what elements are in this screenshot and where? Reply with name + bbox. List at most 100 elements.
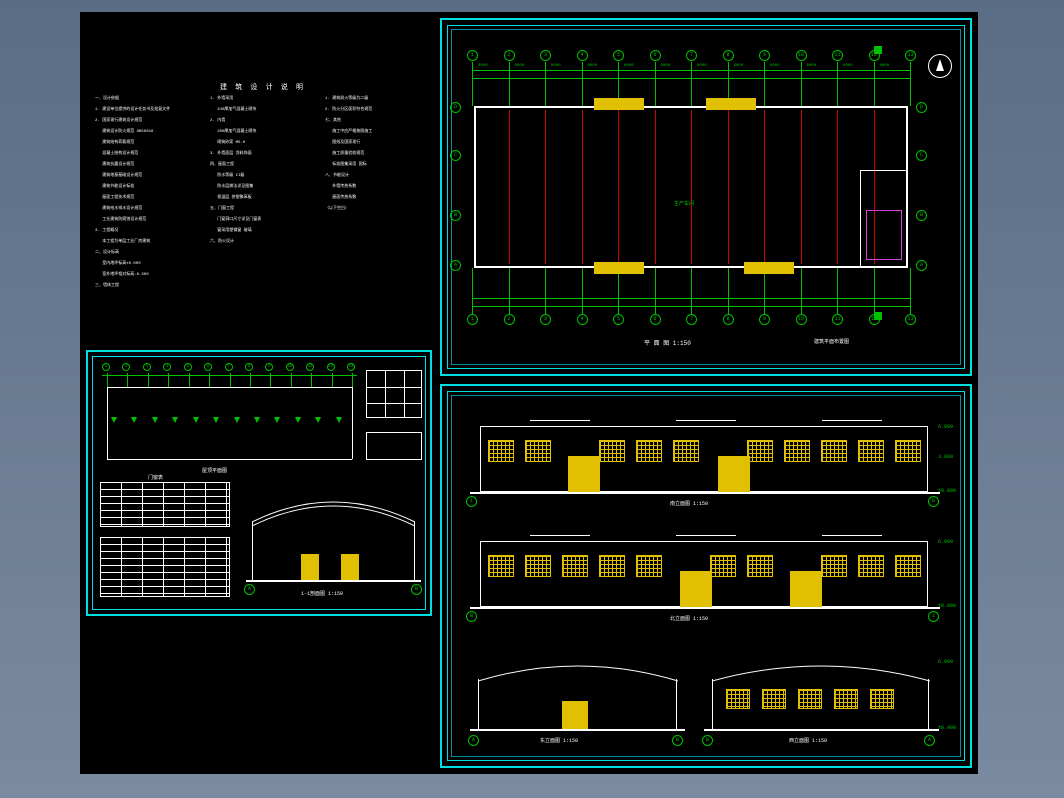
plan-door-bot-2 <box>744 262 794 274</box>
plan-dim: 6000 <box>551 64 561 68</box>
plan-dim: 6000 <box>843 64 853 68</box>
notes-line: 1. 建筑耐火等级为二级 <box>325 97 368 102</box>
notes-line: 施工中应严格按照施工 <box>325 130 372 135</box>
elev1-door-1 <box>568 456 600 492</box>
elev3-bubble-l: A <box>468 735 479 746</box>
notes-line: 窗采用塑钢窗 玻璃 <box>210 229 252 234</box>
notes-region: 建 筑 设 计 说 明 一、设计依据1. 建设单位提供的设计任务书及批复文件2.… <box>90 82 430 342</box>
elevation-window <box>673 440 699 462</box>
roof-drain-arrow <box>295 417 301 423</box>
notes-line: 屋面传热系数 <box>325 196 356 201</box>
elev1-door-2 <box>718 456 750 492</box>
elev4-win-2 <box>762 689 786 709</box>
plan-bubble-top: 4 <box>577 50 588 61</box>
notes-line: 屋面工程技术规范 <box>95 196 134 201</box>
elevation-window <box>599 555 625 577</box>
notes-line: 室外地坪相对标高-0.300 <box>95 273 149 278</box>
elev4-bubble-r: A <box>924 735 935 746</box>
elevation-window <box>858 440 884 462</box>
elev2-door-2 <box>790 571 822 607</box>
elev2-door-1 <box>680 571 712 607</box>
elev4-win-4 <box>834 689 858 709</box>
plan-bubble-bot: 10 <box>796 314 807 325</box>
roof-drain-arrow <box>315 417 321 423</box>
roof-bubble: 3 <box>143 363 151 371</box>
elev2-bubble-r: 1 <box>928 611 939 622</box>
plan-dim: 6000 <box>734 64 744 68</box>
roof-bubble: 4 <box>163 363 171 371</box>
notes-line: （以下空白） <box>325 207 349 212</box>
notes-line: 六、防火设计 <box>210 240 234 245</box>
notes-line: 施工质量验收规范 <box>325 152 364 157</box>
elev2-lvl-0: ±0.000 <box>938 603 956 609</box>
plan-bubble-top: 6 <box>650 50 661 61</box>
plan-dim: 6000 <box>880 64 890 68</box>
plan-bubble-top: 2 <box>504 50 515 61</box>
plan-bubble-top: 13 <box>905 50 916 61</box>
roof-bubble: 9 <box>265 363 273 371</box>
elev4-title: 西立面图 1:150 <box>789 737 827 744</box>
sheet-plan: 12345678910111213 12345678910111213 6000… <box>440 18 972 376</box>
elevation-window <box>599 440 625 462</box>
elevation-window <box>747 555 773 577</box>
roof-drain-arrow <box>172 417 178 423</box>
roof-drain-arrow <box>336 417 342 423</box>
plan-bubble-top: 11 <box>832 50 843 61</box>
elevation-window <box>710 555 736 577</box>
plan-bubble-C: C <box>450 150 461 161</box>
floor-plan: 12345678910111213 12345678910111213 6000… <box>464 50 934 340</box>
roof-drain-arrow <box>131 417 137 423</box>
elev4-win-5 <box>870 689 894 709</box>
elev1-title: 南立面图 1:150 <box>670 500 708 507</box>
notes-line: 3. 外墙面层 涂料饰面 <box>210 152 252 157</box>
elevation-window <box>895 440 921 462</box>
elev4-roof <box>712 651 930 691</box>
roof-bubble: 2 <box>122 363 130 371</box>
plan-bubble-top: 10 <box>796 50 807 61</box>
plan-dim: 6000 <box>697 64 707 68</box>
notes-line: 五、门窗工程 <box>210 207 234 212</box>
plan-dim: 6000 <box>478 64 488 68</box>
roof-bubble: 6 <box>204 363 212 371</box>
roof-drain-arrow <box>274 417 280 423</box>
elevation-window <box>858 555 884 577</box>
section-title: 1-1剖面图 1:150 <box>301 590 343 597</box>
notes-line: 标准图集采用 国标 <box>325 163 367 168</box>
notes-line: 建筑结构荷载规范 <box>95 141 134 146</box>
notes-title: 建 筑 设 计 说 明 <box>220 82 305 92</box>
elev3-roof <box>478 651 678 691</box>
plan-dim: 6000 <box>807 64 817 68</box>
elev4-win-3 <box>798 689 822 709</box>
roof-drain-arrow <box>152 417 158 423</box>
elev1-lvl-top: 6.900 <box>938 424 953 430</box>
elevation-window <box>821 555 847 577</box>
roof-drain-arrow <box>234 417 240 423</box>
notes-line: 建筑抗震设计规范 <box>95 163 134 168</box>
notes-line: 2. 防火分区面积符合规范 <box>325 108 372 113</box>
roof-bubble: 12 <box>327 363 335 371</box>
elev1-lvl-mid: 3.600 <box>938 454 953 460</box>
plan-bubble-Dr: D <box>916 102 927 113</box>
notes-line: 三、墙体工程 <box>95 284 119 289</box>
roof-bubble: 7 <box>225 363 233 371</box>
elev1-bubble-r: B <box>928 496 939 507</box>
elev4-bubble-l: B <box>702 735 713 746</box>
roof-title: 屋顶平面图 <box>202 467 227 474</box>
notes-line: 200厚加气混凝土砌块 <box>210 130 256 135</box>
elevation-west: 西立面图 1:150 B A 6.900 ±0.000 <box>704 641 939 746</box>
plan-dim: 6000 <box>661 64 671 68</box>
notes-line: 四、屋面工程 <box>210 163 234 168</box>
plan-bubble-top: 9 <box>759 50 770 61</box>
schedule-2 <box>100 537 230 597</box>
elevation-window <box>636 440 662 462</box>
elevation-window <box>747 440 773 462</box>
roof-bubble: 8 <box>245 363 253 371</box>
plan-bubble-D: D <box>450 102 461 113</box>
plan-bubble-bot: 8 <box>723 314 734 325</box>
notes-line: 门窗洞口尺寸详见门窗表 <box>210 218 261 223</box>
plan-bubble-bot: 5 <box>613 314 624 325</box>
room-label: 生产车间 <box>674 200 694 207</box>
notes-line: 砌筑砂浆 M5.0 <box>210 141 245 146</box>
schedule-title: 门窗表 <box>148 474 163 481</box>
notes-line: 混凝土结构设计规范 <box>95 152 138 157</box>
